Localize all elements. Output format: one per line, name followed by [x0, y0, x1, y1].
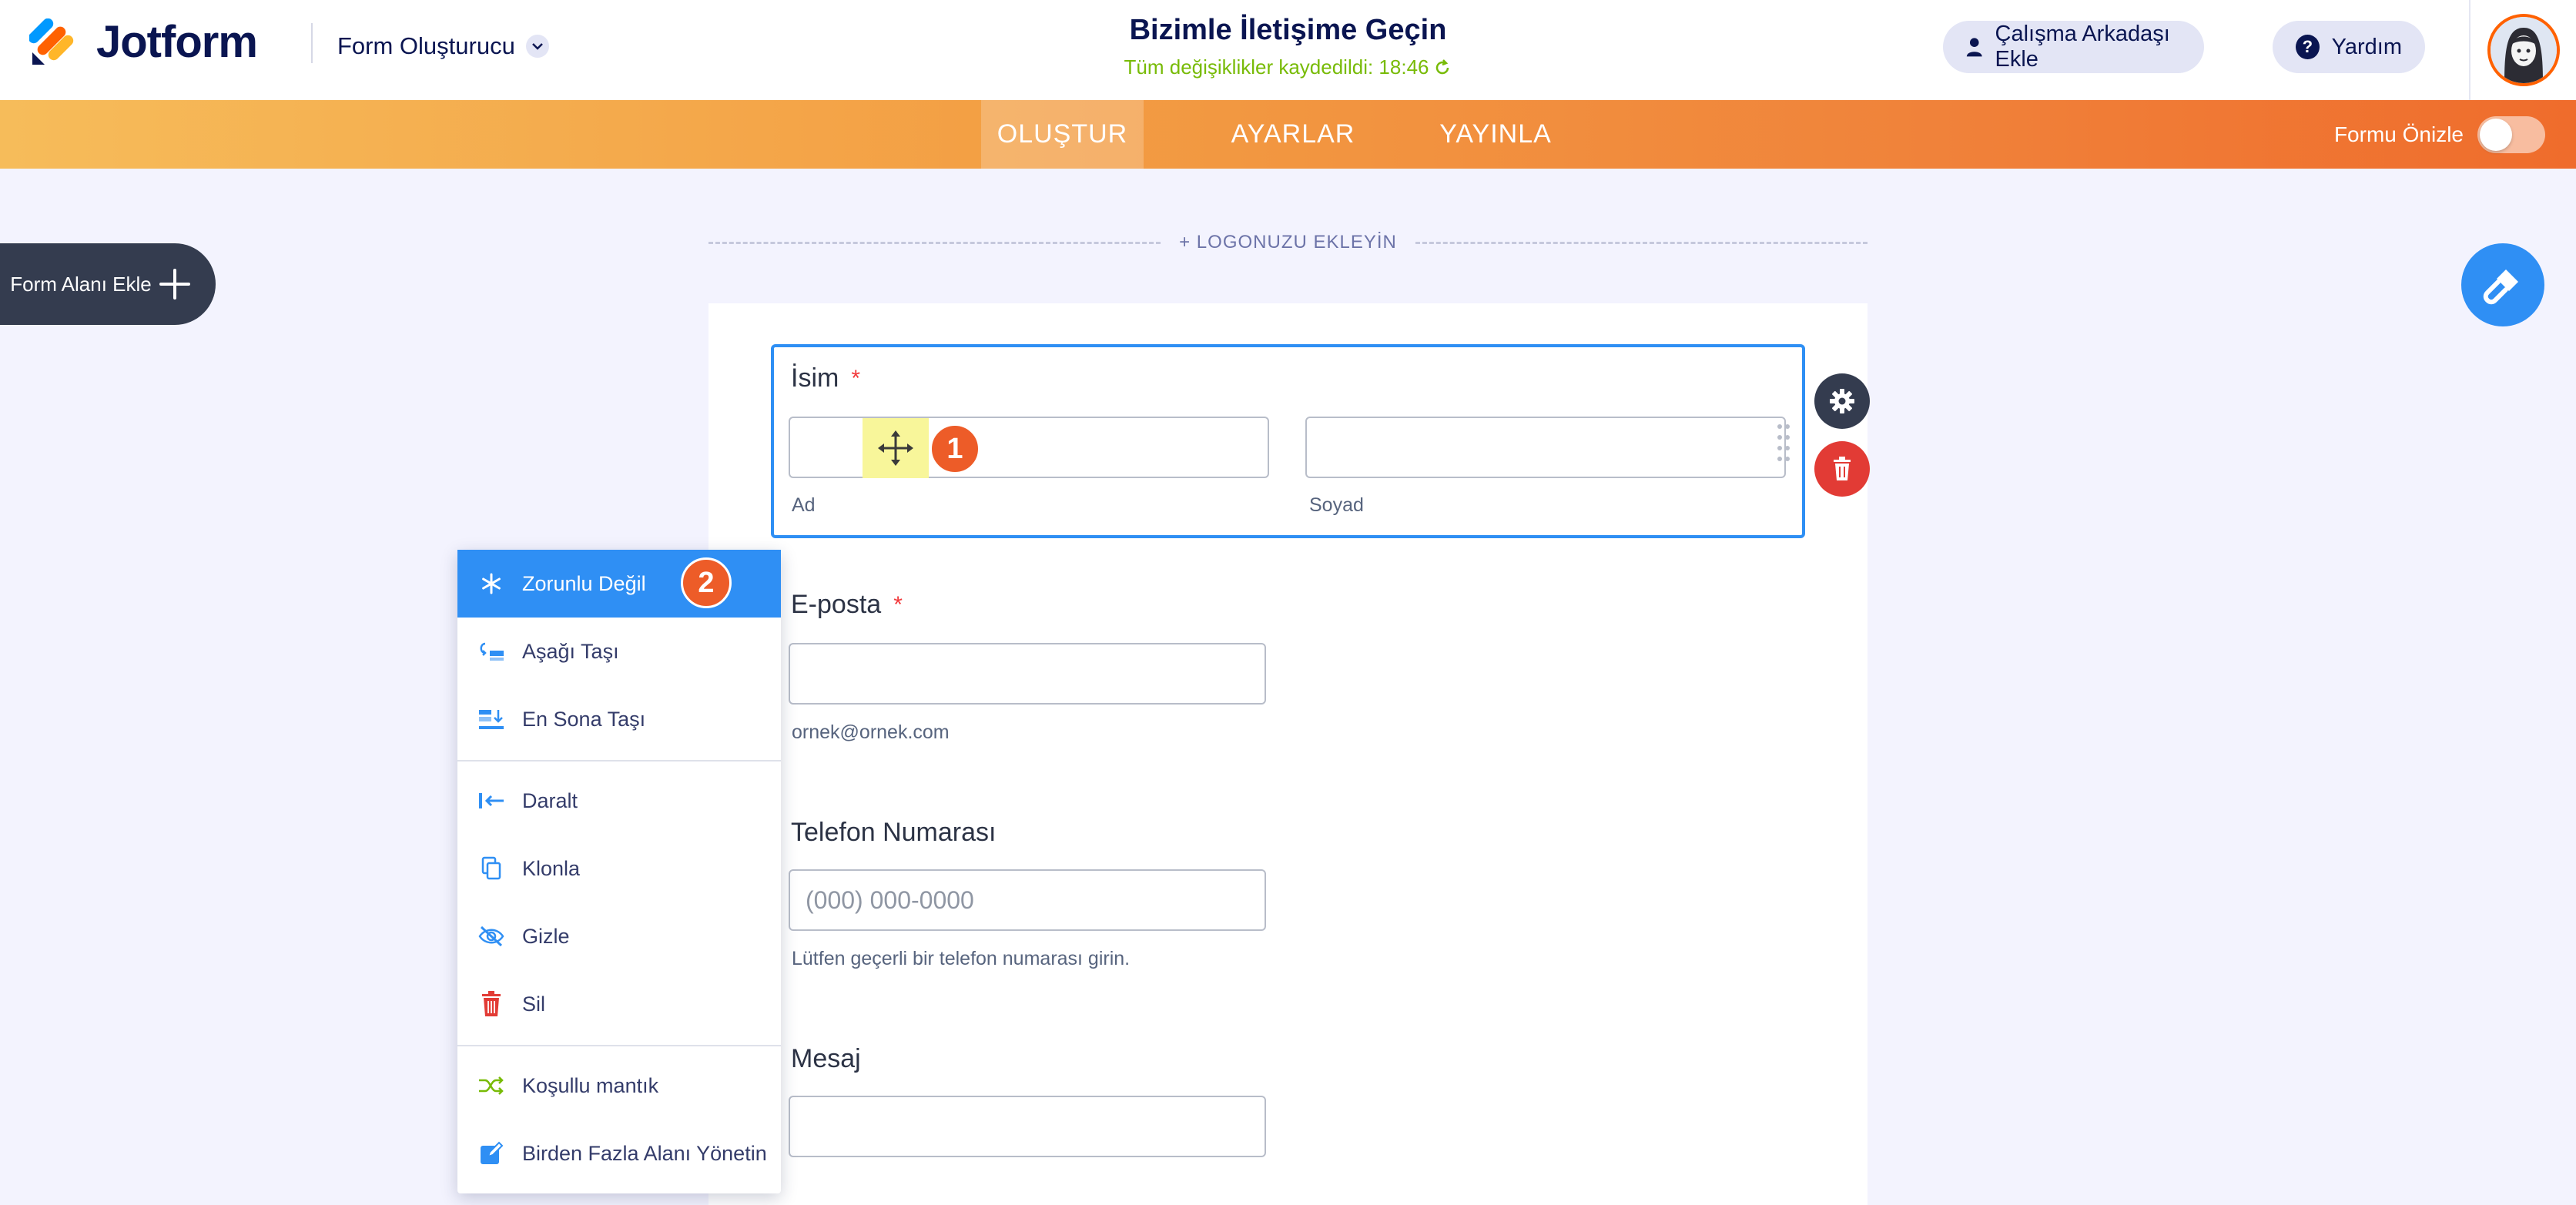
required-asterisk: * [893, 591, 903, 618]
form-designer-button[interactable] [2461, 243, 2544, 326]
first-name-input[interactable] [789, 417, 1269, 478]
tab-build[interactable]: OLUŞTUR [981, 100, 1144, 169]
menu-item-conditional-logic[interactable]: Koşullu mantık [457, 1052, 781, 1120]
refresh-icon [1436, 59, 1449, 74]
move-down-icon [474, 634, 508, 668]
message-input[interactable] [789, 1096, 1266, 1157]
chevron-down-icon [525, 35, 549, 58]
header-divider [311, 23, 313, 63]
email-sublabel: ornek@ornek.com [792, 721, 950, 743]
builder-tab-bar: OLUŞTUR AYARLAR YAYINLA Formu Önizle [0, 100, 2576, 169]
manage-fields-icon [474, 1136, 508, 1170]
add-logo-bar: + LOGONUZU EKLEYİN [708, 231, 1868, 254]
phone-label-text: Telefon Numarası [791, 818, 997, 847]
add-field-label: Form Alanı Ekle [10, 273, 152, 296]
name-field-label[interactable]: İsim * [791, 363, 860, 393]
message-label-text: Mesaj [791, 1044, 861, 1073]
email-input[interactable] [789, 643, 1266, 705]
phone-field-label[interactable]: Telefon Numarası [791, 818, 996, 848]
help-icon: ? [2296, 35, 2320, 59]
step-badge-2: 2 [681, 557, 732, 608]
add-collaborator-button[interactable]: Çalışma Arkadaşı Ekle [1943, 21, 2204, 73]
gear-icon [1830, 389, 1854, 413]
menu-item-delete[interactable]: Sil [457, 970, 781, 1038]
menu-item-manage-multiple-fields[interactable]: Birden Fazla Alanı Yönetin [457, 1120, 781, 1187]
menu-item-label: Gizle [522, 924, 570, 948]
drag-handle-icon[interactable] [1776, 422, 1791, 465]
preview-label: Formu Önizle [2333, 122, 2464, 146]
add-logo-button[interactable]: + LOGONUZU EKLEYİN [1161, 232, 1415, 253]
delete-field-button[interactable] [1814, 441, 1870, 497]
field-properties-button[interactable] [1814, 373, 1870, 429]
menu-item-label: En Sona Taşı [522, 707, 646, 731]
email-field-label[interactable]: E-posta * [791, 590, 903, 620]
avatar-container [2469, 0, 2576, 100]
form-builder-dropdown[interactable]: Form Oluşturucu [337, 29, 549, 63]
trash-icon [474, 987, 508, 1021]
menu-item-label: Koşullu mantık [522, 1073, 659, 1097]
menu-item-label: Aşağı Taşı [522, 639, 619, 663]
move-cursor-highlight[interactable] [863, 418, 929, 478]
save-status-text: Tüm değişiklikler kaydedildi: 18:46 [1124, 55, 1429, 79]
move-to-bottom-icon [474, 702, 508, 736]
shrink-icon [474, 784, 508, 818]
tab-publish[interactable]: YAYINLA [1420, 100, 1571, 169]
help-button[interactable]: ? Yardım [2273, 21, 2425, 73]
menu-item-label: Birden Fazla Alanı Yönetin [522, 1141, 767, 1165]
menu-divider [457, 760, 781, 761]
name-label-text: İsim [791, 363, 839, 393]
plus-icon [159, 269, 190, 300]
avatar[interactable] [2487, 14, 2560, 86]
dashed-divider [708, 241, 1161, 244]
brand-name[interactable]: Jotform [96, 15, 258, 69]
move-icon [878, 430, 913, 466]
phone-input[interactable]: (000) 000-0000 [789, 869, 1266, 931]
menu-item-not-required[interactable]: Zorunlu Değil [457, 550, 781, 618]
menu-item-label: Klonla [522, 856, 581, 880]
tab-settings[interactable]: AYARLAR [1209, 100, 1377, 169]
top-header: Jotform Form Oluşturucu Bizimle İletişim… [0, 0, 2576, 100]
preview-toggle[interactable] [2477, 115, 2545, 153]
menu-item-move-to-bottom[interactable]: En Sona Taşı [457, 685, 781, 753]
user-icon [1966, 38, 1982, 57]
add-form-element-button[interactable]: Form Alanı Ekle [0, 243, 216, 325]
menu-item-shrink[interactable]: Daralt [457, 767, 781, 835]
form-title[interactable]: Bizimle İletişime Geçin [993, 14, 1583, 47]
dashed-divider [1415, 241, 1868, 244]
menu-item-clone[interactable]: Klonla [457, 835, 781, 902]
conditional-logic-icon [474, 1069, 508, 1103]
menu-item-hide[interactable]: Gizle [457, 902, 781, 970]
step-badge-1: 1 [930, 423, 980, 474]
required-asterisk: * [851, 365, 861, 391]
asterisk-icon [474, 567, 508, 601]
menu-item-move-down[interactable]: Aşağı Taşı [457, 618, 781, 685]
field-context-menu: Zorunlu Değil 2 Aşağı Taşı En Sona Taşı [457, 550, 781, 1193]
clone-icon [474, 852, 508, 885]
email-label-text: E-posta [791, 590, 882, 619]
paint-roller-icon [2483, 269, 2518, 305]
save-status: Tüm değişiklikler kaydedildi: 18:46 [993, 55, 1583, 79]
last-name-input[interactable] [1305, 417, 1786, 478]
trash-icon [1834, 457, 1851, 480]
jotform-logo-icon[interactable] [29, 18, 77, 66]
menu-item-label: Sil [522, 992, 546, 1016]
hide-icon [474, 919, 508, 953]
menu-item-label: Daralt [522, 788, 578, 812]
phone-sublabel: Lütfen geçerli bir telefon numarası giri… [792, 948, 1131, 969]
help-label: Yardım [2331, 34, 2402, 59]
toggle-knob [2480, 118, 2512, 151]
message-field-label[interactable]: Mesaj [791, 1044, 861, 1074]
first-name-sublabel: Ad [792, 494, 816, 516]
form-builder-label: Form Oluşturucu [337, 32, 515, 59]
menu-item-label: Zorunlu Değil [522, 571, 646, 595]
menu-divider [457, 1045, 781, 1046]
last-name-sublabel: Soyad [1309, 494, 1364, 516]
form-preview: Formu Önizle [2334, 100, 2545, 169]
add-collaborator-label: Çalışma Arkadaşı Ekle [1995, 22, 2170, 72]
